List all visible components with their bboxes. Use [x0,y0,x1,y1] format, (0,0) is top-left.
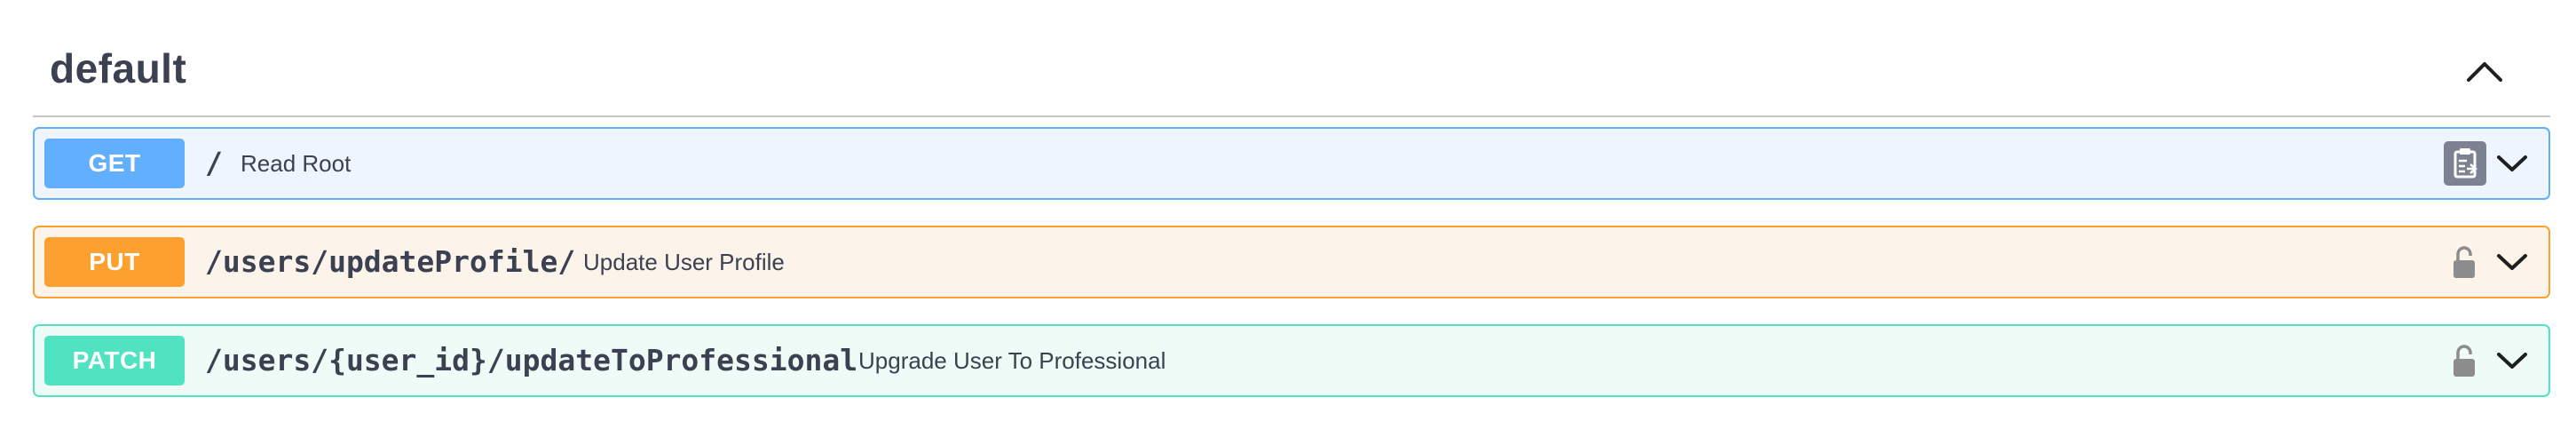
operation-summary: Read Root [241,150,352,177]
chevron-up-icon[interactable] [2463,53,2506,89]
operations-section: default [33,27,2550,117]
operation-put-update-profile[interactable]: PUT /users/updateProfile/ Update User Pr… [33,226,2550,298]
operation-path: /users/{user_id}/updateToProfessional [205,343,858,377]
method-badge: PATCH [44,336,185,385]
method-badge: PUT [44,237,185,287]
operation-path: /users/updateProfile/ [205,244,576,279]
unlocked-icon[interactable] [2451,343,2477,378]
chevron-down-icon[interactable] [2495,150,2529,177]
section-header[interactable]: default [33,27,2550,117]
operation-get-root[interactable]: GET / Read Root [33,127,2550,200]
operation-summary: Update User Profile [583,249,785,275]
method-badge: GET [44,139,185,188]
section-title: default [50,45,187,91]
chevron-down-icon[interactable] [2495,347,2529,374]
copy-to-clipboard-button[interactable] [2444,141,2486,186]
unlocked-icon[interactable] [2451,244,2477,280]
chevron-down-icon[interactable] [2495,249,2529,275]
copy-to-clipboard-icon [2454,148,2477,179]
operation-patch-update-to-professional[interactable]: PATCH /users/{user_id}/updateToProfessio… [33,324,2550,397]
operation-summary: Upgrade User To Professional [858,347,1166,374]
operation-path: / [205,146,223,180]
